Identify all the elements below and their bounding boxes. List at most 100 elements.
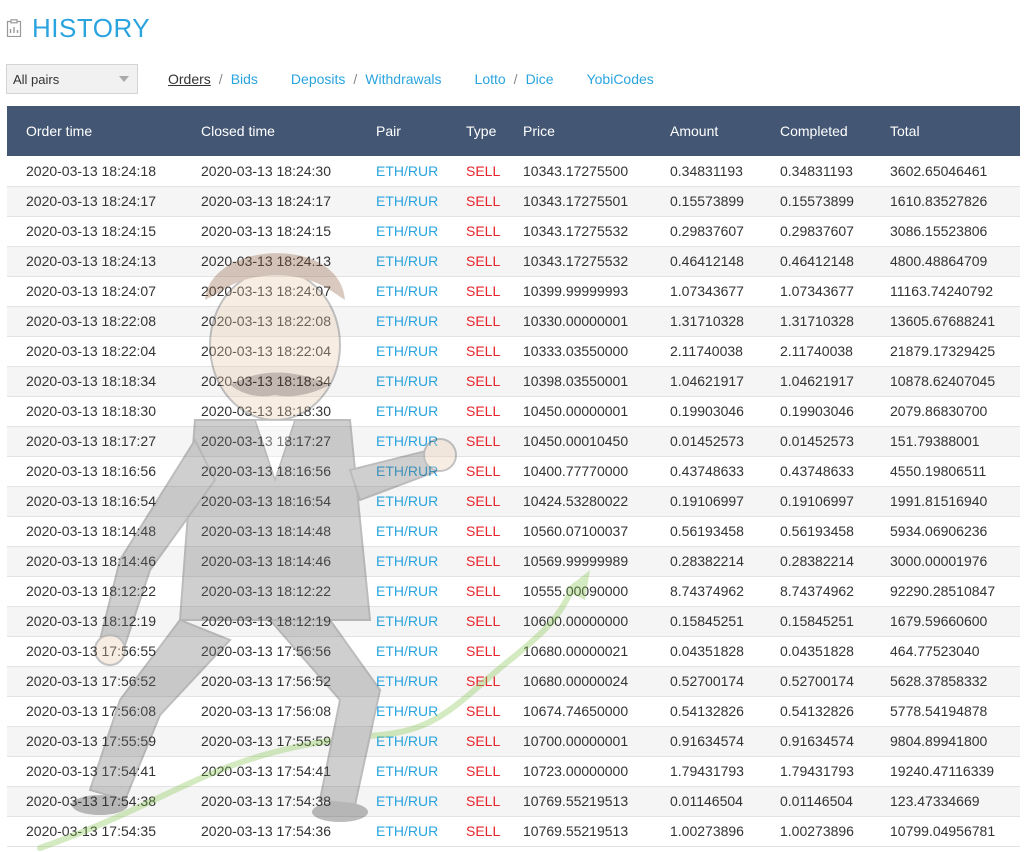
cell-amount: 0.04351828 [670, 643, 744, 659]
nav-orders-link[interactable]: Orders [168, 71, 211, 87]
cell-order-time: 2020-03-13 18:16:56 [26, 463, 156, 479]
table-row: 2020-03-13 18:18:30 2020-03-13 18:18:30 ET… [7, 396, 1020, 426]
nav-yobicodes-link[interactable]: YobiCodes [587, 71, 654, 87]
cell-total: 9804.89941800 [890, 733, 988, 749]
nav-lotto-link[interactable]: Lotto [475, 71, 506, 87]
table-row: 2020-03-13 18:18:34 2020-03-13 18:18:34 ET… [7, 366, 1020, 396]
cell-pair[interactable]: ETH/RUR [376, 396, 466, 426]
cell-pair[interactable]: ETH/RUR [376, 696, 466, 726]
cell-total: 1991.81516940 [890, 493, 988, 509]
cell-amount: 0.91634574 [670, 733, 744, 749]
cell-price: 10343.17275501 [523, 193, 629, 209]
cell-order-time: 2020-03-13 18:24:17 [26, 193, 156, 209]
cell-pair[interactable]: ETH/RUR [376, 306, 466, 336]
nav-withdrawals-link[interactable]: Withdrawals [365, 71, 441, 87]
cell-completed: 0.46412148 [780, 253, 854, 269]
table-row: 2020-03-13 18:24:18 2020-03-13 18:24:30 ET… [7, 156, 1020, 186]
cell-price: 10343.17275532 [523, 223, 629, 239]
cell-pair[interactable]: ETH/RUR [376, 426, 466, 456]
cell-order-time: 2020-03-13 18:22:04 [26, 343, 156, 359]
cell-pair[interactable]: ETH/RUR [376, 276, 466, 306]
cell-type: SELL [466, 313, 501, 329]
cell-price: 10398.03550001 [523, 373, 629, 389]
cell-completed: 0.43748633 [780, 463, 854, 479]
cell-pair[interactable]: ETH/RUR [376, 666, 466, 696]
col-header-amount[interactable]: Amount [670, 106, 780, 156]
cell-completed: 0.19903046 [780, 403, 854, 419]
cell-completed: 0.56193458 [780, 523, 854, 539]
col-header-price[interactable]: Price [523, 106, 670, 156]
cell-amount: 0.19106997 [670, 493, 744, 509]
cell-closed-time: 2020-03-13 18:24:13 [201, 253, 331, 269]
col-header-pair[interactable]: Pair [376, 106, 466, 156]
cell-amount: 1.31710328 [670, 313, 744, 329]
cell-pair[interactable]: ETH/RUR [376, 366, 466, 396]
cell-amount: 1.04621917 [670, 373, 744, 389]
cell-total: 5934.06906236 [890, 523, 988, 539]
col-header-total[interactable]: Total [890, 106, 1020, 156]
cell-completed: 2.11740038 [780, 343, 853, 359]
cell-type: SELL [466, 162, 501, 179]
cell-closed-time: 2020-03-13 18:14:48 [201, 523, 331, 539]
nav-bids-link[interactable]: Bids [231, 71, 258, 87]
table-row: 2020-03-13 18:16:56 2020-03-13 18:16:56 ET… [7, 456, 1020, 486]
cell-closed-time: 2020-03-13 17:56:52 [201, 673, 331, 689]
cell-pair[interactable]: ETH/RUR [376, 186, 466, 216]
cell-pair[interactable]: ETH/RUR [376, 216, 466, 246]
cell-order-time: 2020-03-13 17:56:55 [26, 643, 156, 659]
cell-completed: 1.00273896 [780, 823, 854, 839]
cell-order-time: 2020-03-13 17:54:35 [26, 823, 156, 839]
col-header-type[interactable]: Type [466, 106, 523, 156]
cell-price: 10700.00000001 [523, 733, 629, 749]
cell-price: 10680.00000021 [523, 643, 629, 659]
cell-completed: 0.91634574 [780, 733, 854, 749]
pair-filter-select[interactable]: All pairs [6, 64, 138, 94]
cell-pair[interactable]: ETH/RUR [376, 606, 466, 636]
cell-completed: 0.15573899 [780, 193, 854, 209]
table-row: 2020-03-13 18:14:48 2020-03-13 18:14:48 ET… [7, 516, 1020, 546]
cell-pair[interactable]: ETH/RUR [376, 756, 466, 786]
cell-total: 123.47334669 [890, 793, 980, 809]
cell-amount: 1.00273896 [670, 823, 744, 839]
cell-closed-time: 2020-03-13 18:24:17 [201, 193, 331, 209]
cell-closed-time: 2020-03-13 18:14:46 [201, 553, 331, 569]
col-header-completed[interactable]: Completed [780, 106, 890, 156]
cell-pair[interactable]: ETH/RUR [376, 786, 466, 816]
table-row: 2020-03-13 17:56:55 2020-03-13 17:56:56 ET… [7, 636, 1020, 666]
cell-type: SELL [466, 373, 501, 389]
cell-type: SELL [466, 193, 501, 209]
history-toolbar: All pairs Orders / Bids Deposits / Withd… [6, 63, 654, 95]
cell-closed-time: 2020-03-13 17:54:38 [201, 793, 331, 809]
col-header-closed-time[interactable]: Closed time [201, 106, 376, 156]
pair-filter-value: All pairs [13, 71, 60, 87]
cell-pair[interactable]: ETH/RUR [376, 636, 466, 666]
cell-price: 10769.55219513 [523, 793, 629, 809]
cell-price: 10569.99999989 [523, 553, 629, 569]
cell-order-time: 2020-03-13 18:12:19 [26, 613, 156, 629]
table-row: 2020-03-13 18:17:27 2020-03-13 18:17:27 ET… [7, 426, 1020, 456]
cell-price: 10343.17275500 [523, 162, 629, 179]
cell-completed: 0.04351828 [780, 643, 854, 659]
cell-order-time: 2020-03-13 18:18:30 [26, 403, 156, 419]
nav-dice-link[interactable]: Dice [526, 71, 554, 87]
nav-deposits-link[interactable]: Deposits [291, 71, 345, 87]
cell-order-time: 2020-03-13 17:56:52 [26, 673, 156, 689]
cell-amount: 1.07343677 [670, 283, 744, 299]
cell-order-time: 2020-03-13 18:24:07 [26, 283, 156, 299]
cell-pair[interactable]: ETH/RUR [376, 336, 466, 366]
table-row: 2020-03-13 17:54:38 2020-03-13 17:54:38 ET… [7, 786, 1020, 816]
cell-amount: 0.56193458 [670, 523, 744, 539]
cell-completed: 0.19106997 [780, 493, 854, 509]
col-header-order-time[interactable]: Order time [7, 106, 201, 156]
nav-separator: / [353, 71, 358, 87]
cell-pair[interactable]: ETH/RUR [376, 486, 466, 516]
cell-pair[interactable]: ETH/RUR [376, 246, 466, 276]
cell-pair[interactable]: ETH/RUR [376, 726, 466, 756]
cell-pair[interactable]: ETH/RUR [376, 516, 466, 546]
cell-pair[interactable]: ETH/RUR [376, 576, 466, 606]
cell-pair[interactable]: ETH/RUR [376, 156, 466, 186]
table-row: 2020-03-13 18:22:04 2020-03-13 18:22:04 ET… [7, 336, 1020, 366]
cell-pair[interactable]: ETH/RUR [376, 456, 466, 486]
cell-pair[interactable]: ETH/RUR [376, 816, 466, 846]
cell-pair[interactable]: ETH/RUR [376, 546, 466, 576]
